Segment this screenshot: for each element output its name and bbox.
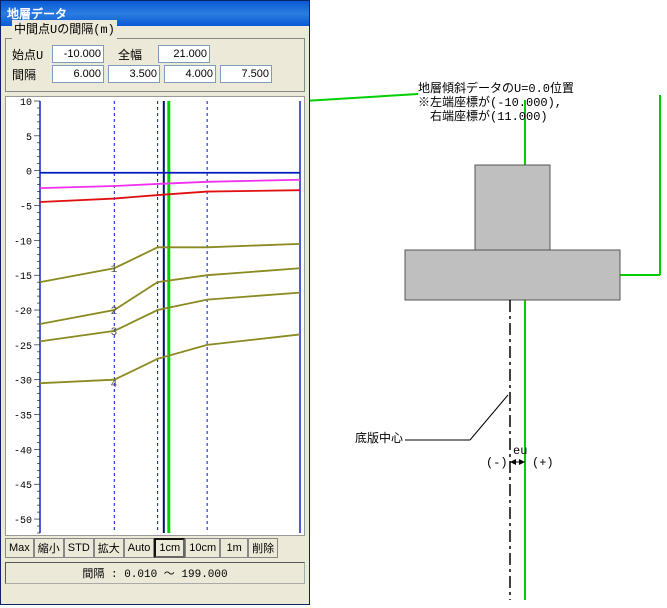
svg-text:5: 5 xyxy=(26,133,32,144)
toolbar-btn-Auto[interactable]: Auto xyxy=(124,538,155,558)
eu-arrow-left xyxy=(510,459,516,465)
svg-text:-35: -35 xyxy=(14,412,32,423)
svg-text:4: 4 xyxy=(111,379,118,391)
full-width-input[interactable] xyxy=(158,45,210,63)
stratum-chart: 10 5 0 -5 -10 -15 -20 -25 -30 -35 -40 -45 -50 1 2 3 4 xyxy=(5,96,305,536)
toolbar-btn-1cm[interactable]: 1cm xyxy=(154,538,185,558)
svg-text:-10: -10 xyxy=(14,237,32,248)
toolbar-btn-Max[interactable]: Max xyxy=(5,538,34,558)
svg-text:-25: -25 xyxy=(14,342,32,353)
bottom-center-label: 底版中心 xyxy=(355,432,403,446)
plus-label: (+) xyxy=(532,456,554,470)
green-connector-1 xyxy=(310,94,418,108)
minus-label: (-) xyxy=(486,456,508,470)
annot-line-3: 右端座標が(11.000) xyxy=(418,110,548,124)
svg-text:1: 1 xyxy=(111,264,118,276)
center-leader-d xyxy=(470,395,508,440)
svg-text:3: 3 xyxy=(111,327,118,339)
svg-text:-50: -50 xyxy=(14,516,32,527)
diagram-pane: 地層傾斜データのU=0.0位置 ※左端座標が(-10.000), 右端座標が(1… xyxy=(310,0,667,605)
toolbar-btn-削除[interactable]: 削除 xyxy=(248,538,278,558)
toolbar-btn-1m[interactable]: 1m xyxy=(220,538,248,558)
svg-text:0: 0 xyxy=(26,168,32,179)
pier-column xyxy=(475,165,550,250)
full-width-label: 全幅 xyxy=(118,46,154,63)
toolbar-btn-STD[interactable]: STD xyxy=(64,538,94,558)
footing-slab xyxy=(405,250,620,300)
svg-text:-45: -45 xyxy=(14,481,32,492)
svg-text:-20: -20 xyxy=(14,307,32,318)
annot-line-2: ※左端座標が(-10.000), xyxy=(418,96,562,110)
spacing-input-2[interactable] xyxy=(108,65,160,83)
svg-text:-40: -40 xyxy=(14,446,32,457)
svg-text:-15: -15 xyxy=(14,272,32,283)
annot-line-1: 地層傾斜データのU=0.0位置 xyxy=(418,82,574,96)
spacing-label: 間隔 xyxy=(12,66,48,83)
svg-text:-5: -5 xyxy=(20,203,32,214)
spacing-fieldset: 中間点Uの間隔(m) 始点U 全幅 間隔 xyxy=(5,30,305,92)
spacing-input-3[interactable] xyxy=(164,65,216,83)
svg-text:10: 10 xyxy=(20,98,32,109)
start-u-input[interactable] xyxy=(52,45,104,63)
toolbar-btn-拡大[interactable]: 拡大 xyxy=(94,538,124,558)
stratum-data-window: 地層データ 中間点Uの間隔(m) 始点U 全幅 間隔 1050-5-10-15-… xyxy=(0,0,310,605)
start-u-label: 始点U xyxy=(12,46,48,63)
svg-text:2: 2 xyxy=(111,306,118,318)
fieldset-legend: 中間点Uの間隔(m) xyxy=(12,20,117,37)
chart-svg: 10 5 0 -5 -10 -15 -20 -25 -30 -35 -40 -45 -50 1 2 3 4 xyxy=(6,97,306,537)
spacing-input-1[interactable] xyxy=(52,65,104,83)
chart-toolbar: Max縮小STD拡大Auto1cm10cm1m削除 xyxy=(5,538,305,558)
spacing-input-4[interactable] xyxy=(220,65,272,83)
toolbar-btn-10cm[interactable]: 10cm xyxy=(185,538,220,558)
eu-label: eu xyxy=(513,444,527,458)
status-bar: 間隔 : 0.010 ～ 199.000 xyxy=(5,562,305,584)
svg-text:-30: -30 xyxy=(14,377,32,388)
toolbar-btn-縮小[interactable]: 縮小 xyxy=(34,538,64,558)
